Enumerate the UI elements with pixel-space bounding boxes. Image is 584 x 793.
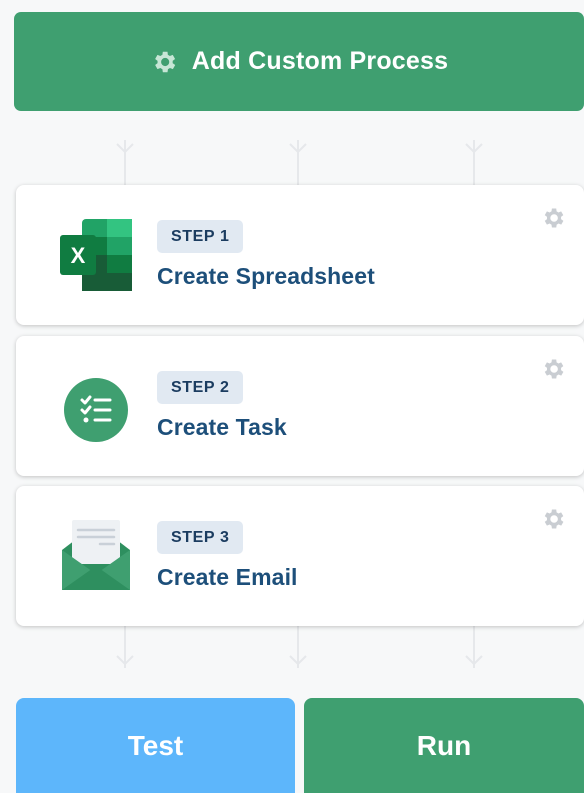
email-envelope-icon xyxy=(62,520,130,590)
step-badge: STEP 1 xyxy=(157,220,244,253)
step-card-3[interactable]: STEP 3 Create Email xyxy=(16,486,584,626)
add-custom-process-label: Add Custom Process xyxy=(191,47,449,75)
step-title: Create Task xyxy=(157,414,287,440)
svg-text:X: X xyxy=(71,243,86,268)
step-title: Create Spreadsheet xyxy=(157,263,375,289)
step-badge: STEP 2 xyxy=(157,371,244,404)
gear-icon[interactable] xyxy=(540,356,566,382)
task-checklist-icon xyxy=(64,378,128,442)
gear-icon[interactable] xyxy=(540,506,566,532)
test-button[interactable]: Test xyxy=(16,698,295,793)
step-title: Create Email xyxy=(157,564,298,590)
step-card-1[interactable]: X STEP 1 Create Spreadsheet xyxy=(16,185,584,325)
step-card-2[interactable]: STEP 2 Create Task xyxy=(16,336,584,476)
step-badge: STEP 3 xyxy=(157,521,244,554)
gear-icon[interactable] xyxy=(540,205,566,231)
excel-icon: X xyxy=(60,219,132,291)
gear-icon xyxy=(154,51,175,72)
add-custom-process-button[interactable]: Add Custom Process xyxy=(14,12,584,111)
run-button[interactable]: Run xyxy=(304,698,584,793)
